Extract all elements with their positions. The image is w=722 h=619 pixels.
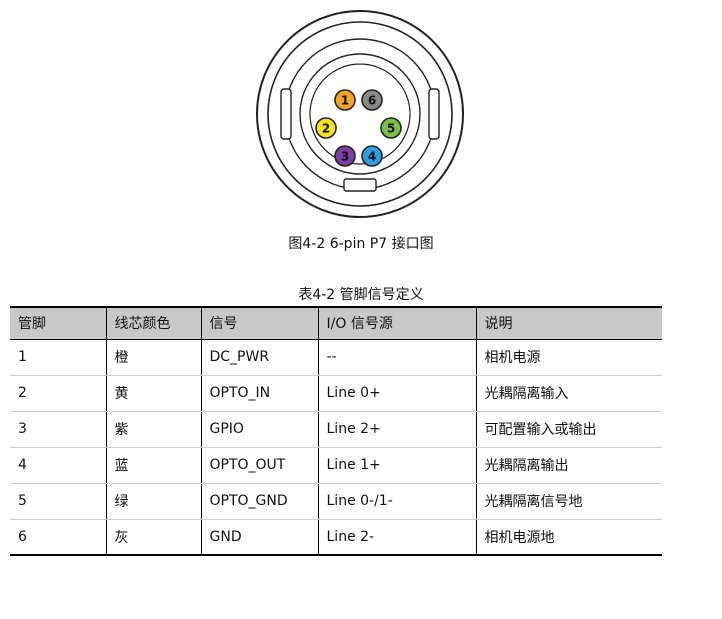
- figure-caption: 图4-2 6-pin P7 接口图: [288, 236, 434, 252]
- table-header: 管脚 线芯颜色 信号 I/O 信号源 说明: [10, 306, 662, 340]
- cell-wire-color: 灰: [105, 519, 201, 556]
- cell-pin: 5: [10, 483, 106, 520]
- cell-pin: 6: [10, 519, 106, 556]
- table-row: 4 蓝 OPTO_OUT Line 1+ 光耦隔离输出: [10, 447, 662, 484]
- cell-io-source: Line 2+: [317, 411, 476, 448]
- table-header-row: 管脚 线芯颜色 信号 I/O 信号源 说明: [10, 306, 662, 340]
- table-row: 1 橙 DC_PWR -- 相机电源: [10, 339, 662, 376]
- pin-number: 2: [322, 122, 330, 136]
- table-row: 5 绿 OPTO_GND Line 0-/1- 光耦隔离信号地: [10, 483, 662, 520]
- cell-description: 相机电源: [475, 339, 662, 376]
- connector-latch-left: [280, 88, 292, 140]
- cell-description: 可配置输入或输出: [475, 411, 662, 448]
- cell-io-source: Line 0+: [317, 375, 476, 412]
- cell-io-source: Line 1+: [317, 447, 476, 484]
- pin-signal-table: 管脚 线芯颜色 信号 I/O 信号源 说明 1 橙 DC_PWR -- 相机电源…: [10, 306, 662, 556]
- cell-pin: 2: [10, 375, 106, 412]
- connector-key-notch: [343, 178, 377, 192]
- pin-2: 2: [315, 117, 337, 139]
- cell-description: 光耦隔离输出: [475, 447, 662, 484]
- cell-wire-color: 绿: [105, 483, 201, 520]
- table-row: 6 灰 GND Line 2- 相机电源地: [10, 519, 662, 556]
- cell-signal: OPTO_OUT: [200, 447, 318, 484]
- cell-io-source: Line 0-/1-: [317, 483, 476, 520]
- header-io-source: I/O 信号源: [317, 306, 476, 340]
- cell-signal: GND: [200, 519, 318, 556]
- cell-io-source: Line 2-: [317, 519, 476, 556]
- pin-4: 4: [361, 145, 383, 167]
- cell-pin: 1: [10, 339, 106, 376]
- connector-latch-right: [428, 88, 440, 140]
- cell-pin: 4: [10, 447, 106, 484]
- table-row: 2 黄 OPTO_IN Line 0+ 光耦隔离输入: [10, 375, 662, 412]
- cell-pin: 3: [10, 411, 106, 448]
- table-caption: 表4-2 管脚信号定义: [298, 287, 424, 303]
- cell-io-source: --: [317, 339, 476, 376]
- pin-5: 5: [380, 117, 402, 139]
- connector-diagram: 1 6 2 5 3 4: [256, 10, 464, 218]
- cell-wire-color: 橙: [105, 339, 201, 376]
- connector-insert: [299, 53, 421, 175]
- header-description: 说明: [475, 306, 662, 340]
- header-pin: 管脚: [10, 306, 106, 340]
- pin-6: 6: [361, 89, 383, 111]
- pin-number: 6: [368, 94, 376, 108]
- cell-signal: OPTO_GND: [200, 483, 318, 520]
- cell-signal: GPIO: [200, 411, 318, 448]
- pin-number: 4: [368, 150, 376, 164]
- pin-1: 1: [334, 89, 356, 111]
- cell-description: 相机电源地: [475, 519, 662, 556]
- cell-signal: DC_PWR: [200, 339, 318, 376]
- cell-signal: OPTO_IN: [200, 375, 318, 412]
- pin-number: 3: [341, 150, 349, 164]
- cell-wire-color: 紫: [105, 411, 201, 448]
- header-signal: 信号: [200, 306, 318, 340]
- cell-wire-color: 蓝: [105, 447, 201, 484]
- pin-3: 3: [334, 145, 356, 167]
- pin-number: 1: [341, 94, 349, 108]
- table-body: 1 橙 DC_PWR -- 相机电源 2 黄 OPTO_IN Line 0+ 光…: [10, 339, 662, 556]
- table-row: 3 紫 GPIO Line 2+ 可配置输入或输出: [10, 411, 662, 448]
- cell-description: 光耦隔离信号地: [475, 483, 662, 520]
- pin-number: 5: [387, 122, 395, 136]
- header-wire-color: 线芯颜色: [105, 306, 201, 340]
- cell-wire-color: 黄: [105, 375, 201, 412]
- cell-description: 光耦隔离输入: [475, 375, 662, 412]
